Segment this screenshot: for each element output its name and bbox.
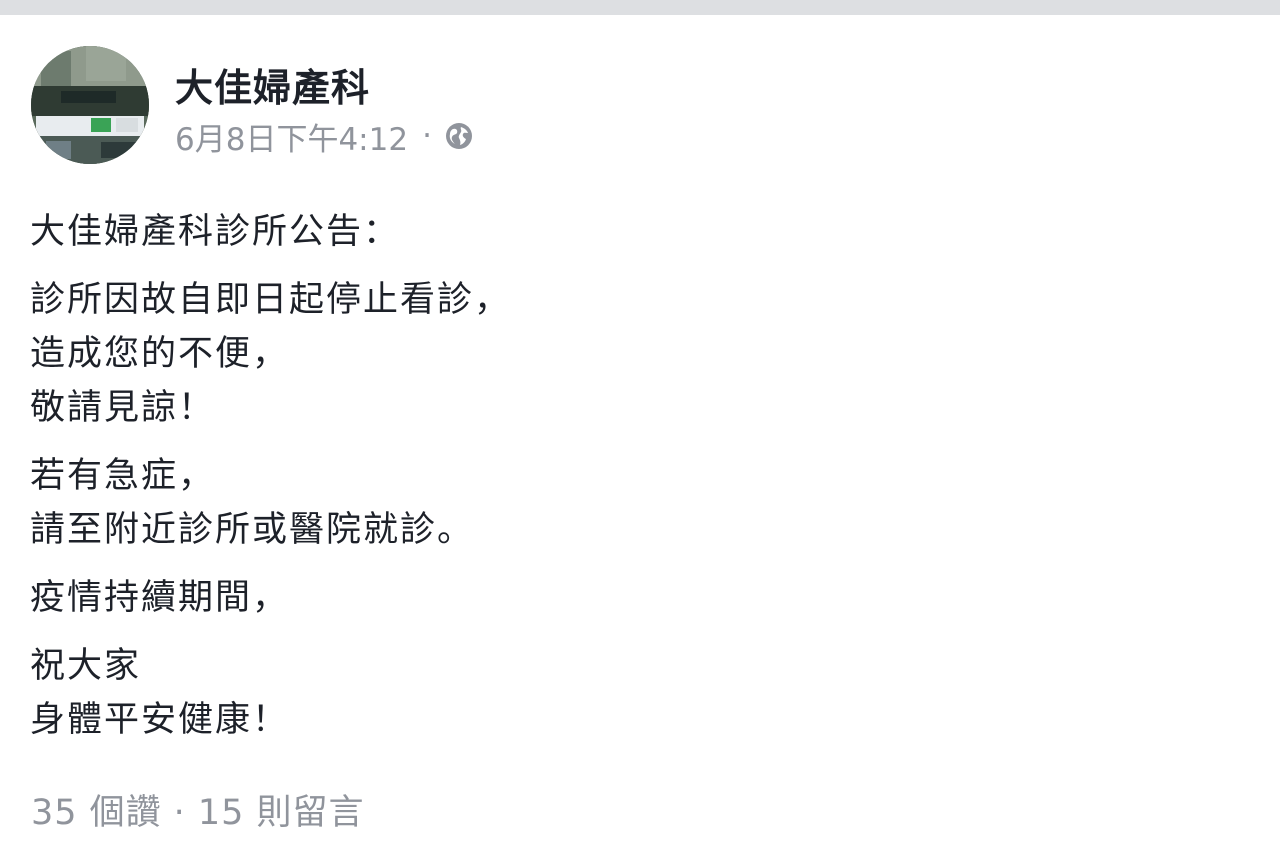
globe-icon[interactable] (444, 121, 474, 151)
post-text-line: 請至附近診所或醫院就診。 (30, 510, 475, 550)
storefront-photo (31, 46, 149, 164)
post-text-line: 身體平安健康！ (30, 700, 290, 740)
post-stats: 35 個讚 · 15 則留言 (31, 788, 364, 838)
post-meta: 6月8日下午4:12 · (175, 114, 474, 159)
post-text-line: 診所因故自即日起停止看診， (30, 280, 512, 320)
meta-separator: · (422, 118, 432, 154)
post-paragraph: 大佳婦產科診所公告： (30, 205, 1230, 259)
stats-separator: · (173, 793, 186, 833)
post-paragraph: 疫情持續期間， (30, 571, 1230, 625)
post-text-line: 敬請見諒！ (30, 388, 216, 428)
likes-count[interactable]: 35 個讚 (31, 788, 162, 838)
page-name[interactable]: 大佳婦產科 (175, 65, 370, 111)
post-paragraph: 祝大家身體平安健康！ (30, 639, 1230, 747)
post-text-line: 大佳婦產科診所公告： (30, 212, 401, 252)
facebook-post: 大佳婦產科 6月8日下午4:12 · 大佳婦產科診所公告： 診所因故自即日起停止看… (0, 15, 1280, 852)
post-paragraph: 診所因故自即日起停止看診， 造成您的不便， 敬請見諒！ (30, 273, 1230, 435)
post-text-line: 造成您的不便， (30, 334, 290, 374)
post-text-line: 疫情持續期間， (30, 578, 290, 618)
top-divider (0, 0, 1280, 15)
avatar[interactable] (31, 46, 149, 164)
post-text-line: 祝大家 (30, 646, 142, 686)
post-paragraph: 若有急症， 請至附近診所或醫院就診。 (30, 449, 1230, 557)
post-text-line: 若有急症， (30, 456, 216, 496)
post-body: 大佳婦產科診所公告： 診所因故自即日起停止看診， 造成您的不便， 敬請見諒！ 若有急症，… (30, 205, 1230, 761)
comments-count[interactable]: 15 則留言 (198, 788, 365, 838)
post-timestamp[interactable]: 6月8日下午4:12 (175, 114, 408, 159)
